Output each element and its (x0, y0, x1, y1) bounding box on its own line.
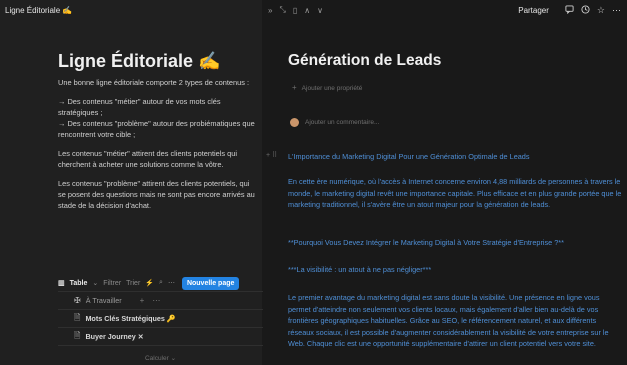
table-view-tab[interactable]: Table (70, 280, 88, 287)
divider (58, 345, 263, 346)
more-icon[interactable]: ⋯ (612, 5, 621, 16)
group-icon: ✠ (74, 296, 81, 305)
row-title[interactable]: Mots Clés Stratégiques 🔑 (85, 314, 175, 323)
group-label: À Travailler (85, 296, 122, 305)
document-title[interactable]: Génération de Leads (288, 52, 441, 70)
automation-icon[interactable]: ⚡ (145, 279, 154, 287)
paragraph-why[interactable]: **Pourquoi Vous Devez Intégrer le Market… (288, 237, 622, 249)
new-page-button[interactable]: Nouvelle page (181, 276, 240, 290)
main-panel: Génération de Leads + Ajouter une proprié… (262, 20, 627, 365)
table-row[interactable]: 🗎 Mots Clés Stratégiques 🔑 (58, 310, 263, 327)
star-icon[interactable]: ☆ (597, 5, 605, 16)
bullet-probleme: → Des contenus "problème" autour des pro… (58, 119, 255, 139)
collapse-icon[interactable]: » (268, 6, 272, 15)
left-topbar: Ligne Éditoriale ✍️ (0, 0, 262, 20)
more-icon[interactable]: ⋯ (152, 296, 160, 305)
bullet-metier: → Des contenus "métier" autour de vos mo… (58, 97, 221, 117)
paragraph-intro[interactable]: En cette ère numérique, où l'accès à Int… (288, 176, 622, 211)
page-icon: 🗎 (74, 312, 81, 322)
page-breadcrumb[interactable]: Ligne Éditoriale ✍️ (5, 6, 72, 15)
plus-icon: + (292, 83, 297, 92)
row-title[interactable]: Buyer Journey ✕ (85, 332, 143, 341)
paragraph-visibility[interactable]: Le premier avantage du marketing digital… (288, 292, 622, 350)
paragraph-heading[interactable]: L'Importance du Marketing Digital Pour u… (288, 151, 622, 163)
chevron-down-icon[interactable]: ⌄ (92, 279, 98, 287)
chevron-down-icon[interactable]: ∨ (317, 6, 323, 15)
paragraph-visibility-heading[interactable]: ***La visibilité : un atout à ne pas nég… (288, 264, 622, 276)
page-title: Ligne Éditoriale ✍️ (58, 51, 221, 71)
comment-icon[interactable] (565, 4, 574, 16)
add-property-button[interactable]: + Ajouter une propriété (292, 83, 362, 92)
right-topbar: » ⤡ ▯ ∧ ∨ Partager ☆ ⋯ (262, 0, 627, 20)
probleme-text: Les contenus "problème" attirent des cli… (58, 179, 255, 210)
add-comment-label: Ajouter un commentaire... (305, 119, 380, 126)
top-bar: Ligne Éditoriale ✍️ » ⤡ ▯ ∧ ∨ Partager ☆… (0, 0, 627, 20)
add-comment-field[interactable]: Ajouter un commentaire... (290, 118, 379, 127)
group-row[interactable]: ✠ À Travailler + ⋯ (58, 292, 263, 309)
left-content: Ligne Éditoriale ✍️ Une bonne ligne édit… (58, 50, 258, 211)
share-button[interactable]: Partager (518, 6, 549, 15)
add-icon[interactable]: + (140, 296, 145, 305)
panel-icon[interactable]: ▯ (293, 6, 297, 15)
page-icon: 🗎 (74, 330, 81, 340)
sort-button[interactable]: Trier (126, 280, 140, 287)
search-icon[interactable]: ⌕ (159, 279, 163, 287)
expand-icon[interactable]: ⤡ (279, 5, 285, 15)
history-icon[interactable] (581, 4, 590, 16)
filter-button[interactable]: Filtrer (103, 280, 121, 287)
add-property-label: Ajouter une propriété (301, 85, 363, 92)
avatar (290, 118, 299, 127)
database-toolbar: ▥ Table ⌄ Filtrer Trier ⚡ ⌕ ⋯ Nouvelle p… (58, 275, 263, 291)
drag-handle-icon[interactable]: + ⠿ (266, 151, 277, 159)
calculate-button[interactable]: Calculer ⌄ (58, 354, 263, 362)
more-icon[interactable]: ⋯ (168, 279, 175, 287)
metier-text: Les contenus "métier" attirent des clien… (58, 149, 238, 169)
chevron-up-icon[interactable]: ∧ (304, 6, 310, 15)
table-icon: ▥ (58, 280, 65, 287)
table-row[interactable]: 🗎 Buyer Journey ✕ (58, 328, 263, 345)
intro-text: Une bonne ligne éditoriale comporte 2 ty… (58, 78, 250, 87)
